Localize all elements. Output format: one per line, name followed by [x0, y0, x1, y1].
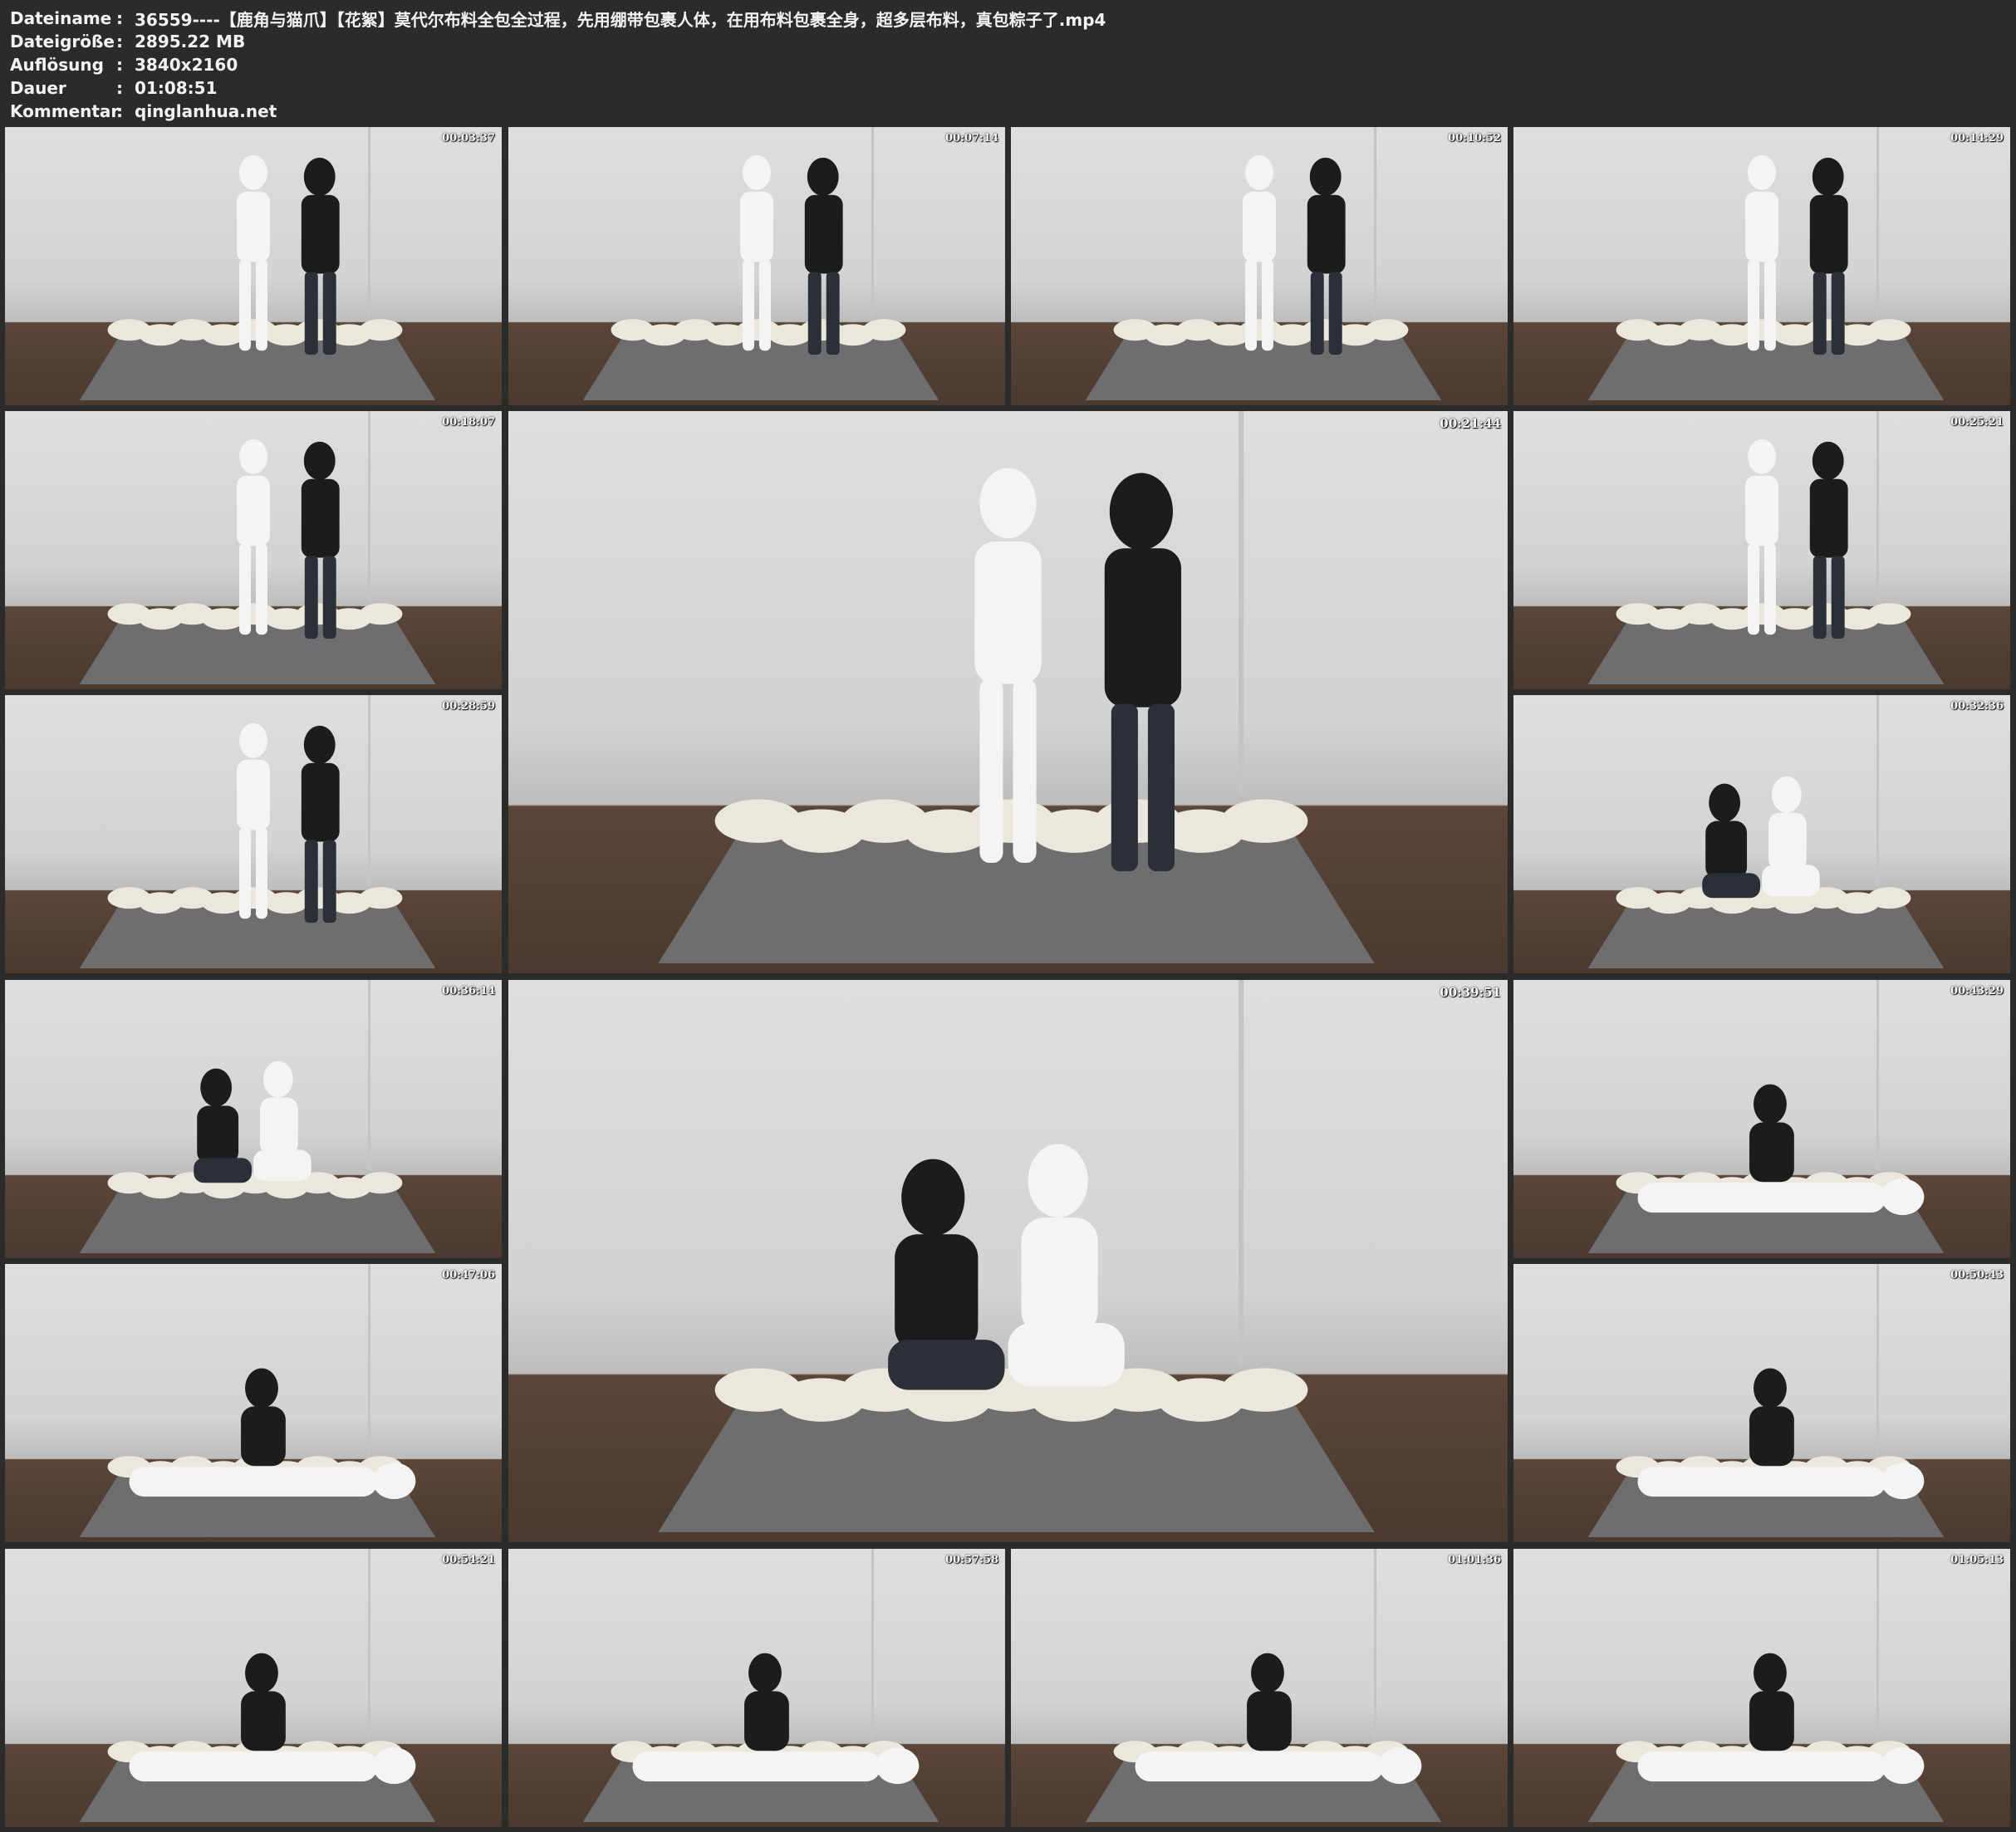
thumbnail-scene — [1085, 127, 1442, 401]
thumbnail-6[interactable]: 00:21:44 — [508, 411, 1508, 973]
timestamp: 01:05:13 — [1950, 1554, 2004, 1566]
thumbnail-scene — [1587, 695, 1945, 969]
thumbnail-1[interactable]: 00:03:37 — [5, 127, 502, 405]
thumbnail-2[interactable]: 00:07:14 — [508, 127, 1005, 405]
info-value-duration: 01:08:51 — [135, 78, 218, 98]
thumbnail-grid: 00:03:37 00:07:14 00:10:52 00:14:29 00:1… — [0, 0, 2016, 1832]
thumbnail-scene — [582, 127, 939, 401]
thumbnail-18[interactable]: 01:05:13 — [1513, 1549, 2010, 1827]
thumbnail-5[interactable]: 00:18:07 — [5, 411, 502, 689]
thumbnail-scene — [79, 1549, 436, 1823]
info-separator: : — [116, 8, 123, 28]
info-row-resolution: Auflösung : 3840x2160 — [10, 53, 2004, 76]
thumbnail-13[interactable]: 00:47:06 — [5, 1264, 502, 1542]
info-row-filename: Dateiname : 36559----【鹿角与猫爪】【花絮】莫代尔布料全包全… — [10, 7, 2004, 30]
timestamp: 00:54:21 — [442, 1554, 495, 1566]
info-label: Auflösung — [10, 55, 104, 75]
info-row-filesize: Dateigröße : 2895.22 MB — [10, 30, 2004, 53]
timestamp: 00:50:43 — [1950, 1269, 2004, 1281]
thumbnail-15[interactable]: 00:54:21 — [5, 1549, 502, 1827]
thumbnail-scene — [79, 127, 436, 401]
timestamp: 00:10:52 — [1448, 132, 1501, 145]
thumbnail-scene — [658, 980, 1375, 1532]
timestamp: 00:28:59 — [442, 700, 495, 713]
thumbnail-scene — [582, 1549, 939, 1823]
timestamp: 00:14:29 — [1950, 132, 2004, 145]
info-row-comment: Kommentar : qinglanhua.net — [10, 100, 2004, 123]
timestamp: 00:25:21 — [1950, 416, 2004, 429]
thumbnail-scene — [1085, 1549, 1442, 1823]
info-label: Dauer — [10, 78, 66, 98]
info-value-filename: 36559----【鹿角与猫爪】【花絮】莫代尔布料全包全过程，先用绷带包裹人体，… — [135, 9, 1106, 30]
thumbnail-scene — [79, 411, 436, 685]
info-label: Dateigröße — [10, 32, 115, 51]
timestamp: 00:57:58 — [945, 1554, 998, 1566]
timestamp: 00:07:14 — [945, 132, 998, 145]
timestamp: 00:39:51 — [1440, 985, 1501, 1000]
thumbnail-4[interactable]: 00:14:29 — [1513, 127, 2010, 405]
timestamp: 01:01:36 — [1448, 1554, 1501, 1566]
info-separator: : — [116, 55, 123, 75]
timestamp: 00:32:36 — [1950, 700, 2004, 713]
thumbnail-scene — [658, 411, 1375, 963]
thumbnail-scene — [79, 695, 436, 969]
timestamp: 00:03:37 — [442, 132, 495, 145]
thumbnail-scene — [1587, 127, 1945, 401]
thumbnail-12[interactable]: 00:43:29 — [1513, 980, 2010, 1258]
timestamp: 00:21:44 — [1440, 416, 1501, 431]
info-label: Dateiname — [10, 8, 112, 28]
info-separator: : — [116, 32, 123, 51]
thumbnail-scene — [1587, 411, 1945, 685]
file-info-header: Dateiname : 36559----【鹿角与猫爪】【花絮】莫代尔布料全包全… — [10, 7, 2004, 123]
thumbnail-9[interactable]: 00:32:36 — [1513, 695, 2010, 973]
thumbnail-14[interactable]: 00:50:43 — [1513, 1264, 2010, 1542]
timestamp: 00:36:14 — [442, 985, 495, 997]
timestamp: 00:18:07 — [442, 416, 495, 429]
thumbnail-scene — [79, 1264, 436, 1538]
info-separator: : — [116, 101, 123, 121]
thumbnail-7[interactable]: 00:25:21 — [1513, 411, 2010, 689]
thumbnail-16[interactable]: 00:57:58 — [508, 1549, 1005, 1827]
info-value-resolution: 3840x2160 — [135, 55, 238, 75]
timestamp: 00:43:29 — [1950, 985, 2004, 997]
thumbnail-3[interactable]: 00:10:52 — [1011, 127, 1508, 405]
thumbnail-scene — [1587, 980, 1945, 1254]
thumbnail-scene — [1587, 1264, 1945, 1538]
thumbnail-17[interactable]: 01:01:36 — [1011, 1549, 1508, 1827]
info-separator: : — [116, 78, 123, 98]
info-value-comment: qinglanhua.net — [135, 101, 277, 121]
info-row-duration: Dauer : 01:08:51 — [10, 76, 2004, 100]
info-value-filesize: 2895.22 MB — [135, 32, 246, 51]
timestamp: 00:47:06 — [442, 1269, 495, 1281]
info-label: Kommentar — [10, 101, 120, 121]
thumbnail-11[interactable]: 00:39:51 — [508, 980, 1508, 1542]
thumbnail-8[interactable]: 00:28:59 — [5, 695, 502, 973]
thumbnail-10[interactable]: 00:36:14 — [5, 980, 502, 1258]
thumbnail-scene — [79, 980, 436, 1254]
thumbnail-scene — [1587, 1549, 1945, 1823]
